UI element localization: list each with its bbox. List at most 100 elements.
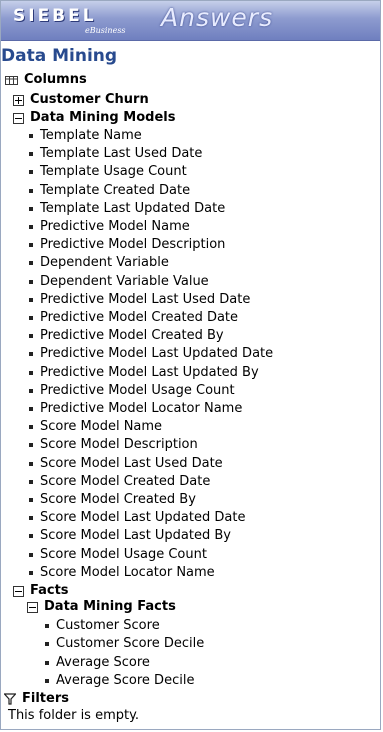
column-item-label: Predictive Model Name <box>40 219 190 234</box>
column-item[interactable]: Score Model Last Updated By <box>29 527 231 545</box>
column-item-label: Score Model Last Used Date <box>40 455 223 471</box>
column-item-label: Score Model Created Date <box>40 473 211 489</box>
column-item-label: Customer Score Decile <box>56 636 205 652</box>
column-item[interactable]: Predictive Model Last Updated By <box>29 364 259 382</box>
bullet-icon <box>29 352 33 357</box>
bullet-icon <box>29 370 33 375</box>
column-item-label: Predictive Model Description <box>40 237 226 253</box>
bullet-icon <box>45 624 49 628</box>
folder-label: Data Mining Facts <box>44 599 176 614</box>
column-item[interactable]: Template Name <box>29 127 142 145</box>
logo-siebel: SIEBEL <box>13 6 97 26</box>
column-item[interactable]: Score Model Last Used Date <box>29 455 223 473</box>
column-item[interactable]: Dependent Variable Value <box>29 273 209 291</box>
column-item-label: Predictive Model Created Date <box>40 310 239 325</box>
bullet-icon <box>29 443 33 448</box>
column-item-label: Predictive Model Last Updated Date <box>40 346 274 362</box>
bullet-icon <box>29 498 33 502</box>
bullet-icon <box>29 552 33 557</box>
column-item-label: Average Score <box>56 654 150 670</box>
column-item[interactable]: Predictive Model Description <box>29 236 225 254</box>
column-item-label: Predictive Model Usage Count <box>40 382 235 398</box>
column-item-label: Template Last Used Date <box>40 146 203 162</box>
column-item[interactable]: Template Last Used Date <box>29 145 202 163</box>
header-banner: SIEBEL eBusiness Answers <box>1 1 380 41</box>
folder-label: Facts <box>30 583 69 598</box>
expand-icon[interactable] <box>13 94 24 106</box>
bullet-icon <box>29 188 33 193</box>
bullet-icon <box>29 388 33 393</box>
column-item-label: Dependent Variable Value <box>40 273 209 289</box>
subject-area-title: Data Mining <box>1 46 118 66</box>
collapse-icon[interactable] <box>13 112 24 124</box>
column-item[interactable]: Customer Score <box>45 617 160 635</box>
folder-customer-churn[interactable]: Customer Churn <box>13 91 149 109</box>
bullet-icon <box>29 334 33 339</box>
bullet-icon <box>29 134 33 138</box>
bullet-icon <box>29 297 33 302</box>
bullet-icon <box>29 279 33 284</box>
column-item[interactable]: Score Model Description <box>29 436 198 454</box>
bullet-icon <box>29 570 33 575</box>
collapse-icon[interactable] <box>13 585 24 597</box>
bullet-icon <box>29 407 33 411</box>
column-item-label: Score Model Last Updated By <box>40 528 231 544</box>
folder-label: Data Mining Models <box>30 110 176 125</box>
folder-data-mining-models[interactable]: Data Mining Models <box>13 109 175 127</box>
collapse-icon[interactable] <box>27 601 38 613</box>
column-item-label: Template Name <box>40 128 142 143</box>
bullet-icon <box>29 170 33 175</box>
column-item[interactable]: Predictive Model Last Updated Date <box>29 345 273 363</box>
column-item-label: Predictive Model Last Used Date <box>40 291 251 307</box>
column-item-label: Predictive Model Last Updated By <box>40 364 259 380</box>
column-item[interactable]: Predictive Model Created Date <box>29 309 238 327</box>
bullet-icon <box>29 534 33 539</box>
column-item[interactable]: Score Model Locator Name <box>29 564 215 582</box>
column-item[interactable]: Score Model Name <box>29 418 162 436</box>
logo-ebusiness: eBusiness <box>85 26 126 35</box>
bullet-icon <box>29 516 33 521</box>
column-item-label: Template Last Updated Date <box>40 200 226 216</box>
column-item[interactable]: Dependent Variable <box>29 254 169 272</box>
columns-folder[interactable]: Columns <box>5 71 87 89</box>
bullet-icon <box>29 316 33 320</box>
column-item[interactable]: Score Model Created By <box>29 491 196 509</box>
bullet-icon <box>29 261 33 266</box>
bullet-icon <box>29 152 33 157</box>
bullet-icon <box>45 678 49 683</box>
filters-empty-message: This folder is empty. <box>8 707 139 725</box>
column-item[interactable]: Predictive Model Locator Name <box>29 400 242 418</box>
column-item[interactable]: Customer Score Decile <box>45 635 204 653</box>
empty-message-text: This folder is empty. <box>8 708 140 723</box>
column-item-label: Score Model Locator Name <box>40 564 215 580</box>
column-item[interactable]: Score Model Created Date <box>29 473 210 491</box>
columns-icon <box>5 75 18 85</box>
bullet-icon <box>29 425 33 430</box>
column-item[interactable]: Average Score Decile <box>45 672 194 690</box>
column-item-label: Template Created Date <box>40 182 191 198</box>
column-item[interactable]: Score Model Usage Count <box>29 546 207 564</box>
column-item[interactable]: Predictive Model Name <box>29 218 190 236</box>
column-item-label: Average Score Decile <box>56 672 195 688</box>
filters-folder[interactable]: Filters <box>4 690 69 708</box>
folder-data-mining-facts[interactable]: Data Mining Facts <box>27 598 176 616</box>
bullet-icon <box>29 206 33 211</box>
column-item[interactable]: Average Score <box>45 654 150 672</box>
column-item[interactable]: Predictive Model Usage Count <box>29 382 235 400</box>
column-item[interactable]: Template Created Date <box>29 182 190 200</box>
column-item-label: Dependent Variable <box>40 255 169 271</box>
bullet-icon <box>29 461 33 466</box>
column-item[interactable]: Template Last Updated Date <box>29 200 225 218</box>
bullet-icon <box>29 479 33 484</box>
column-item-label: Score Model Usage Count <box>40 546 207 562</box>
column-item[interactable]: Predictive Model Created By <box>29 327 224 345</box>
column-item[interactable]: Template Usage Count <box>29 163 187 181</box>
filter-icon <box>4 693 16 705</box>
column-item[interactable]: Score Model Last Updated Date <box>29 509 245 527</box>
bullet-icon <box>45 642 49 647</box>
column-item-label: Score Model Last Updated Date <box>40 510 246 526</box>
bullet-icon <box>45 660 49 665</box>
columns-label: Columns <box>24 72 87 87</box>
column-item-label: Score Model Created By <box>40 492 196 507</box>
column-item[interactable]: Predictive Model Last Used Date <box>29 291 250 309</box>
